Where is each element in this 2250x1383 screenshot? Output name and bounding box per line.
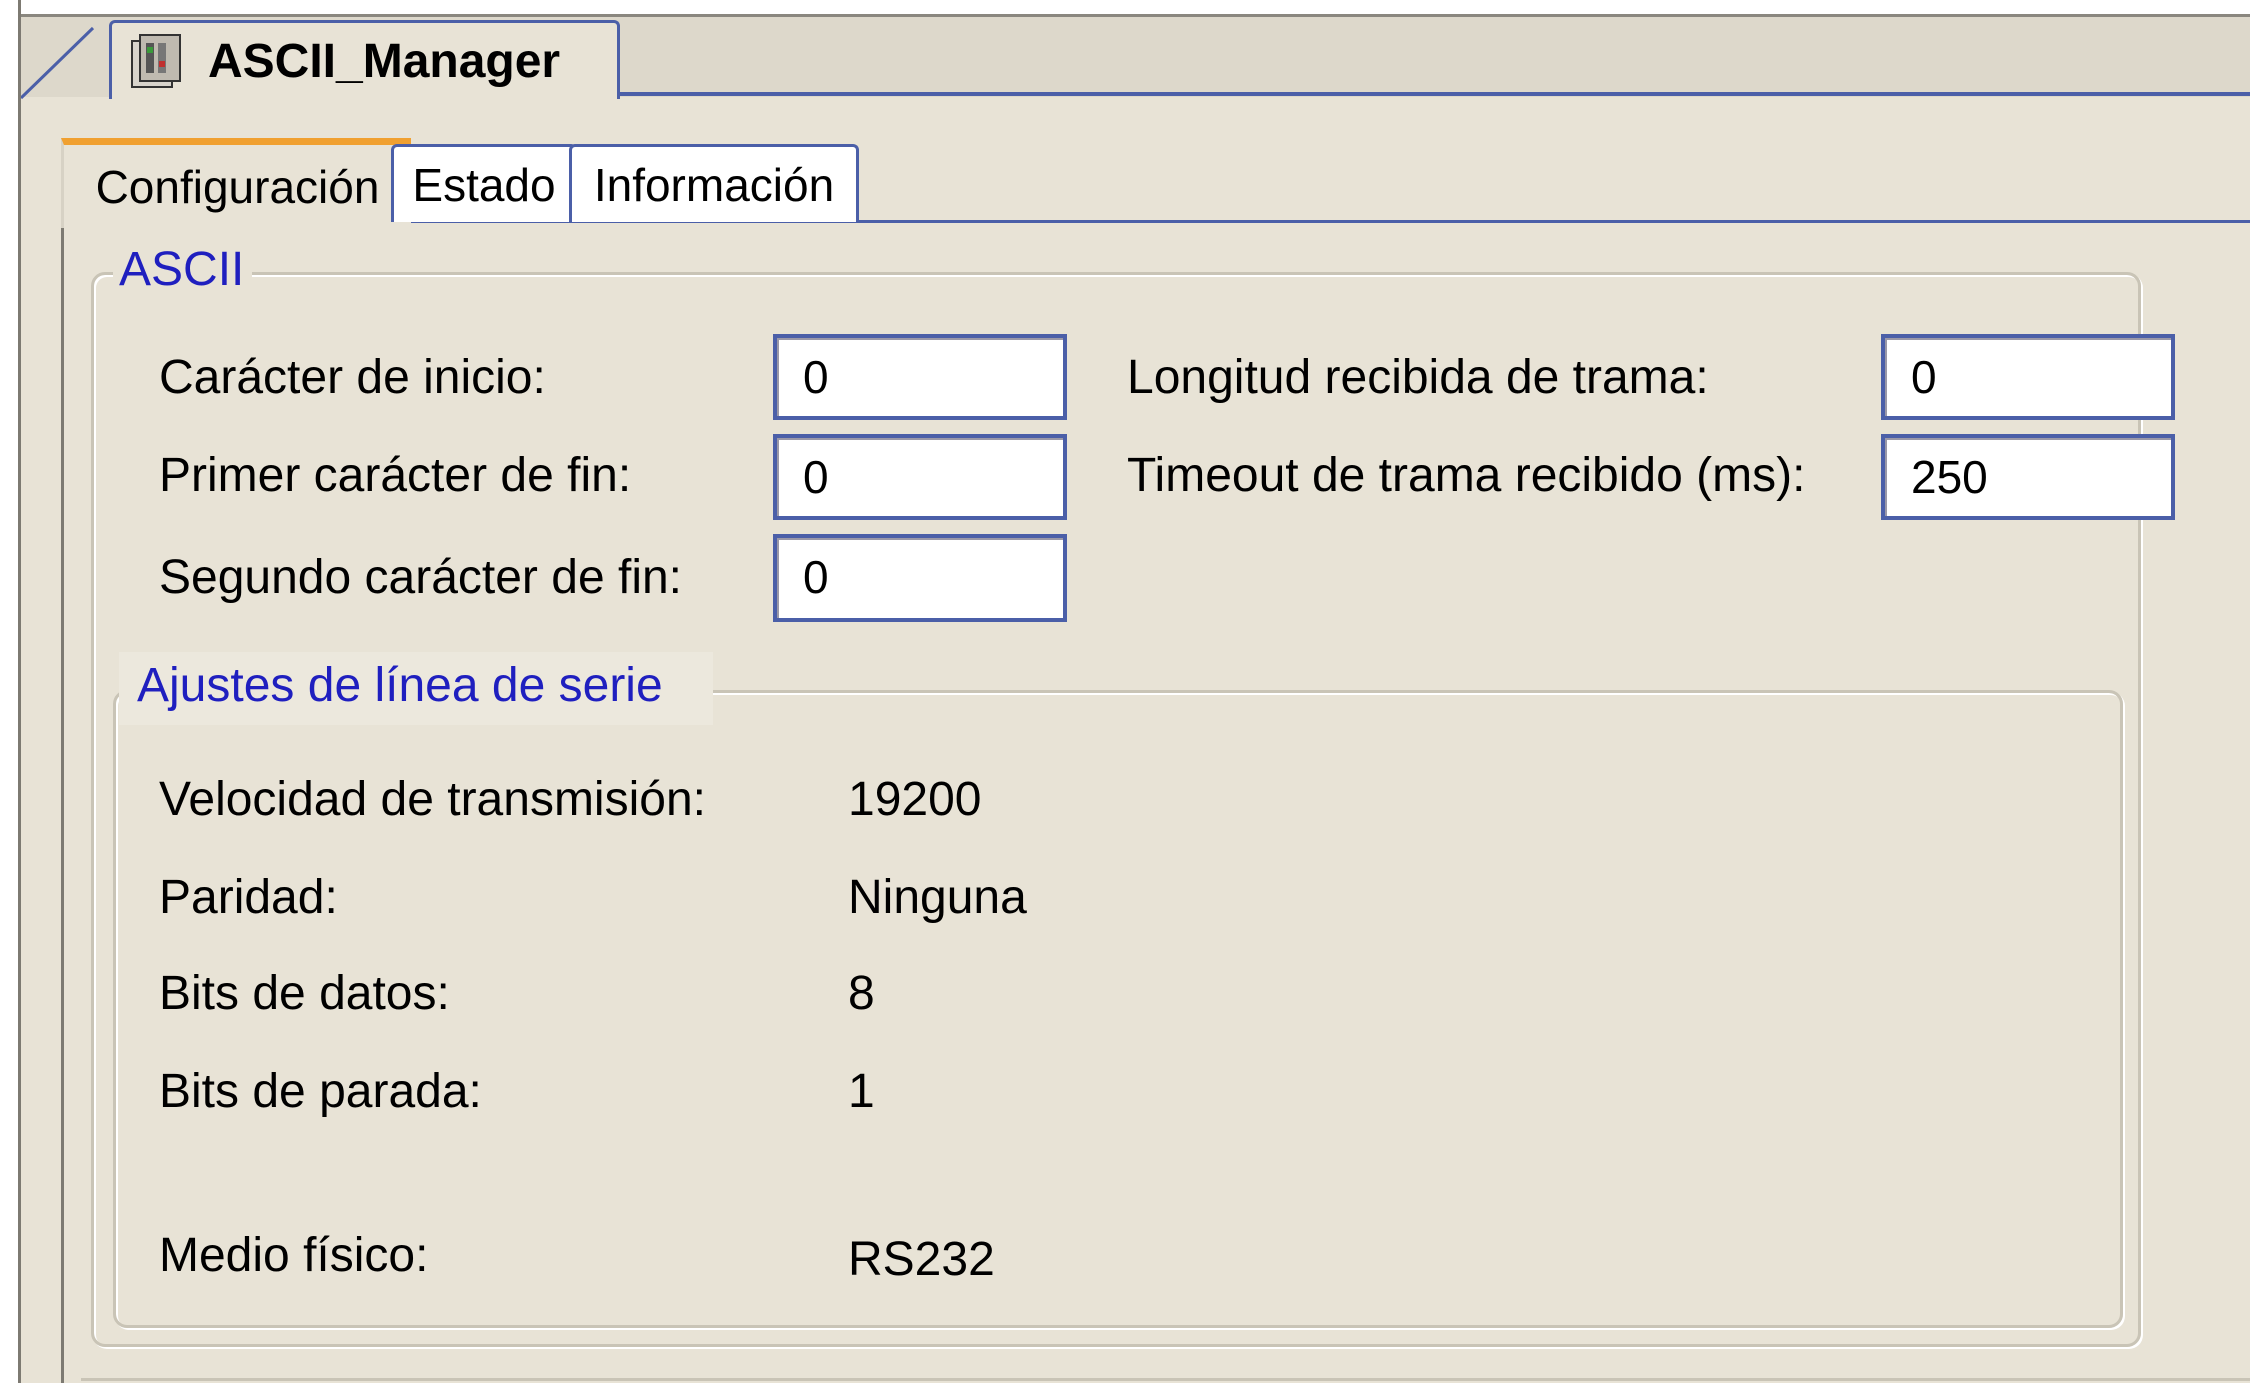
tab-configuracion[interactable]: Configuración (61, 138, 411, 228)
header-underline (601, 92, 2250, 96)
ascii-group-title: ASCII (113, 242, 253, 297)
frame-timeout-field[interactable]: 250 (1881, 434, 2175, 520)
panel-bottom-edge (81, 1378, 2250, 1381)
baud-rate-label: Velocidad de transmisión: (159, 773, 706, 826)
start-char-label: Carácter de inicio: (159, 351, 546, 404)
parity-label: Paridad: (159, 871, 338, 924)
physical-medium-label: Medio físico: (159, 1229, 429, 1282)
first-end-char-field[interactable]: 0 (773, 434, 1067, 520)
second-end-char-label: Segundo carácter de fin: (159, 551, 683, 604)
frame-length-field[interactable]: 0 (1881, 334, 2175, 420)
tab-estado[interactable]: Estado (391, 144, 577, 222)
top-strip (21, 0, 2250, 17)
second-end-char-field[interactable]: 0 (773, 534, 1067, 622)
first-end-char-label: Primer carácter de fin: (159, 449, 632, 502)
module-icon (130, 33, 182, 89)
frame-length-label: Longitud recibida de trama: (1127, 351, 1709, 404)
data-bits-value: 8 (848, 967, 875, 1020)
stop-bits-label: Bits de parada: (159, 1065, 482, 1118)
editor-tab-title: ASCII_Manager (208, 34, 561, 88)
panel-left-edge (61, 228, 64, 1383)
serial-settings-title: Ajustes de línea de serie (119, 652, 713, 725)
frame-timeout-label: Timeout de trama recibido (ms): (1127, 449, 1806, 502)
baud-rate-value: 19200 (848, 773, 982, 826)
tab-informacion[interactable]: Información (569, 144, 859, 222)
physical-medium-value: RS232 (848, 1233, 995, 1286)
parity-value: Ninguna (848, 871, 1027, 924)
editor-tab-ascii-manager[interactable]: ASCII_Manager (109, 20, 620, 99)
editor-frame: ASCII_Manager Configuración Estado Infor… (18, 0, 2250, 1383)
stop-bits-value: 1 (848, 1065, 875, 1118)
start-char-field[interactable]: 0 (773, 334, 1067, 420)
data-bits-label: Bits de datos: (159, 967, 450, 1020)
